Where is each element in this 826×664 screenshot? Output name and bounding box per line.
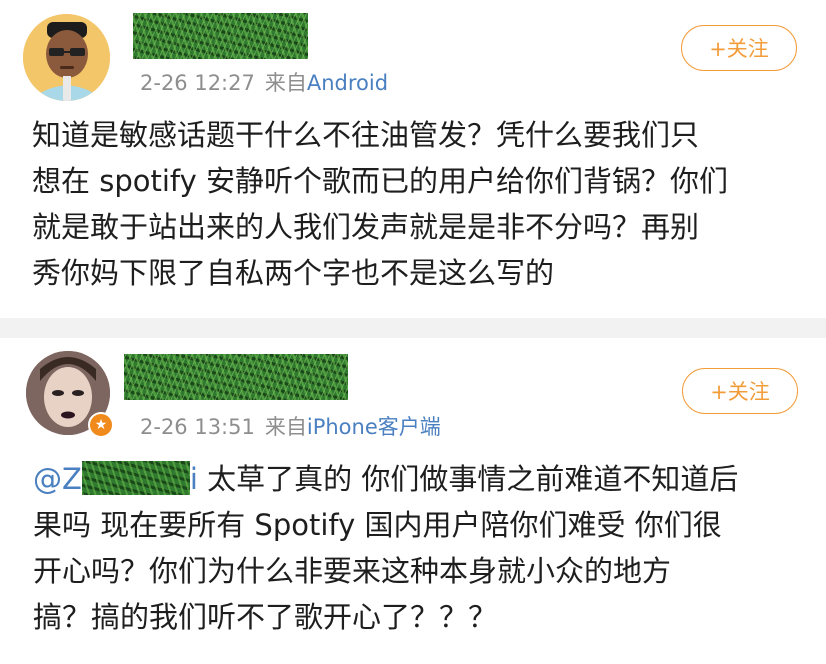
content-text: 太草了真的 你们做事情之前难道不知道后 [197,462,739,496]
content-line: 秀你妈下限了自私两个字也不是这么写的 [32,256,555,290]
content-line: 就是敢于站出来的人我们发声就是是非不分吗？再别 [32,210,700,244]
source-link[interactable]: iPhone客户端 [307,415,441,439]
from-label: 来自 [264,71,307,95]
post-meta: 2-26 13:51 来自iPhone客户端 [140,411,441,441]
mention-suffix: i [189,462,198,496]
weibo-post-1: 2-26 12:27 来自Android +关注 知道是敏感话题干什么不往油管发？… [0,0,826,318]
post-separator [0,318,826,338]
timestamp: 2-26 13:51 [140,415,255,439]
source-link[interactable]: Android [307,71,388,95]
mention-link[interactable]: @Z i [33,461,198,496]
username-redacted[interactable] [124,354,348,400]
mention-redacted [81,461,190,495]
follow-button[interactable]: +关注 [682,368,798,414]
content-line: 开心吗？你们为什么非要来这种本身就小众的地方 [33,554,672,588]
post-meta: 2-26 12:27 来自Android [140,67,388,97]
username-redacted[interactable] [133,13,308,59]
from-label: 来自 [264,415,307,439]
verified-badge-icon: ★ [88,412,114,438]
follow-button[interactable]: +关注 [681,25,797,71]
content-line: 果吗 现在要所有 Spotify 国内用户陪你们难受 你们很 [33,508,722,542]
post-content: 知道是敏感话题干什么不往油管发？凭什么要我们只 想在 spotify 安静听个歌… [32,112,802,296]
cartoon-avatar-icon [23,14,110,101]
content-line: 想在 spotify 安静听个歌而已的用户给你们背锅？你们 [32,164,728,198]
avatar[interactable] [23,14,110,101]
content-line: 知道是敏感话题干什么不往油管发？凭什么要我们只 [32,118,700,152]
mention-prefix: @Z [33,462,82,496]
post-content: @Z i 太草了真的 你们做事情之前难道不知道后 果吗 现在要所有 Spotify… [33,456,813,640]
weibo-post-2: ★ 2-26 13:51 来自iPhone客户端 +关注 @Z i 太草了真的 你们… [0,338,826,664]
content-line: @Z i 太草了真的 你们做事情之前难道不知道后 [33,456,813,502]
timestamp: 2-26 12:27 [140,71,255,95]
content-line: 搞？搞的我们听不了歌开心了？？？ [33,600,498,634]
